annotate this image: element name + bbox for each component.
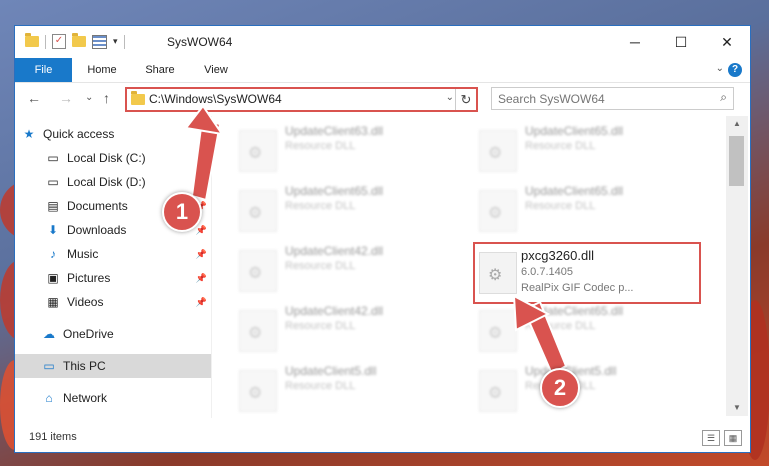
- step-callout-2: 2: [540, 368, 580, 408]
- step-callout-1: 1: [162, 192, 202, 232]
- annotation-arrows: [184, 104, 568, 376]
- arrowhead-1: [184, 104, 225, 136]
